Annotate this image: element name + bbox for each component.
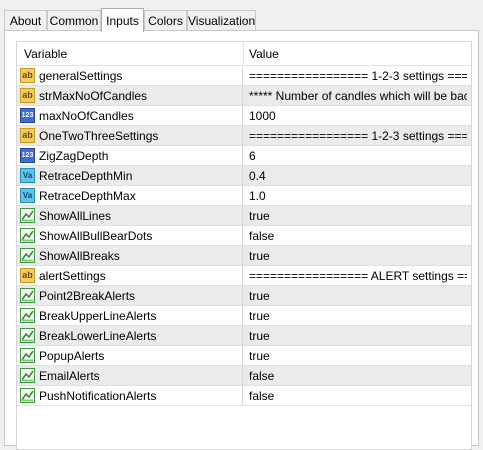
value-cell[interactable]: ================= 1-2-3 settings =====..…	[249, 69, 467, 83]
table-row[interactable]: 123 maxNoOfCandles 1000	[17, 106, 471, 126]
value-cell[interactable]: 0.4	[249, 169, 467, 183]
string-type-icon: ab	[20, 128, 35, 143]
table-row[interactable]: PushNotificationAlerts false	[17, 386, 471, 406]
value-cell[interactable]: false	[249, 389, 467, 403]
variable-name: EmailAlerts	[39, 369, 100, 383]
inputs-grid: Variable Value ab generalSettings ========…	[16, 41, 472, 450]
column-header-variable[interactable]: Variable	[24, 47, 67, 61]
value-cell[interactable]: true	[249, 329, 467, 343]
boolean-type-icon	[20, 348, 35, 363]
variable-name: maxNoOfCandles	[39, 109, 134, 123]
boolean-type-icon	[20, 308, 35, 323]
string-type-icon: ab	[20, 88, 35, 103]
variable-name: strMaxNoOfCandles	[39, 89, 148, 103]
value-cell[interactable]: 1.0	[249, 189, 467, 203]
table-row[interactable]: Va RetraceDepthMax 1.0	[17, 186, 471, 206]
variable-name: ShowAllBreaks	[39, 249, 120, 263]
string-type-icon: ab	[20, 68, 35, 83]
value-cell[interactable]: false	[249, 369, 467, 383]
variable-name: RetraceDepthMax	[39, 189, 136, 203]
table-row[interactable]: Va RetraceDepthMin 0.4	[17, 166, 471, 186]
tab-colors[interactable]: Colors	[144, 10, 187, 30]
variable-cell: ShowAllLines	[17, 206, 243, 225]
variable-cell: ShowAllBreaks	[17, 246, 243, 265]
string-type-icon: ab	[20, 268, 35, 283]
boolean-type-icon	[20, 288, 35, 303]
variable-cell: ab generalSettings	[17, 66, 243, 85]
variable-cell: Va RetraceDepthMax	[17, 186, 243, 205]
boolean-type-icon	[20, 388, 35, 403]
tab-common[interactable]: Common	[47, 10, 101, 30]
variable-cell: 123 ZigZagDepth	[17, 146, 243, 165]
tab-inputs[interactable]: Inputs	[101, 8, 144, 32]
variable-name: BreakLowerLineAlerts	[39, 329, 157, 343]
variable-cell: EmailAlerts	[17, 366, 243, 385]
value-cell[interactable]: true	[249, 289, 467, 303]
variable-cell: ShowAllBullBearDots	[17, 226, 243, 245]
value-cell[interactable]: false	[249, 229, 467, 243]
value-cell[interactable]: true	[249, 349, 467, 363]
table-row[interactable]: ShowAllLines true	[17, 206, 471, 226]
boolean-type-icon	[20, 368, 35, 383]
variable-cell: ab strMaxNoOfCandles	[17, 86, 243, 105]
variable-name: generalSettings	[39, 69, 123, 83]
table-row[interactable]: EmailAlerts false	[17, 366, 471, 386]
value-cell[interactable]: ***** Number of candles which will be ba…	[249, 89, 467, 103]
variable-name: OneTwoThreeSettings	[39, 129, 159, 143]
double-type-icon: Va	[20, 168, 35, 183]
boolean-type-icon	[20, 328, 35, 343]
variable-cell: 123 maxNoOfCandles	[17, 106, 243, 125]
variable-cell: ab alertSettings	[17, 266, 243, 285]
variable-cell: ab OneTwoThreeSettings	[17, 126, 243, 145]
column-separator[interactable]	[243, 42, 244, 66]
variable-cell: PopupAlerts	[17, 346, 243, 365]
table-row[interactable]: ab alertSettings ================= ALERT s…	[17, 266, 471, 286]
boolean-type-icon	[20, 208, 35, 223]
table-row[interactable]: PopupAlerts true	[17, 346, 471, 366]
table-row[interactable]: 123 ZigZagDepth 6	[17, 146, 471, 166]
variable-name: Point2BreakAlerts	[39, 289, 136, 303]
variable-name: PopupAlerts	[39, 349, 105, 363]
value-cell[interactable]: true	[249, 309, 467, 323]
variable-cell: PushNotificationAlerts	[17, 386, 243, 405]
tab-about[interactable]: About	[4, 10, 47, 30]
table-row[interactable]: ab OneTwoThreeSettings ================= 1…	[17, 126, 471, 146]
variable-cell: BreakUpperLineAlerts	[17, 306, 243, 325]
tab-visualization[interactable]: Visualization	[187, 10, 256, 30]
table-row[interactable]: ShowAllBreaks true	[17, 246, 471, 266]
boolean-type-icon	[20, 228, 35, 243]
grid-header: Variable Value	[17, 42, 471, 66]
column-header-value[interactable]: Value	[249, 47, 279, 61]
table-row[interactable]: ab generalSettings ================= 1-2-3…	[17, 66, 471, 86]
integer-type-icon: 123	[20, 108, 35, 123]
table-row[interactable]: BreakLowerLineAlerts true	[17, 326, 471, 346]
variable-name: PushNotificationAlerts	[39, 389, 157, 403]
integer-type-icon: 123	[20, 148, 35, 163]
double-type-icon: Va	[20, 188, 35, 203]
boolean-type-icon	[20, 248, 35, 263]
value-cell[interactable]: ================= 1-2-3 settings =====..…	[249, 129, 467, 143]
variable-name: RetraceDepthMin	[39, 169, 133, 183]
variable-name: ShowAllLines	[39, 209, 112, 223]
variable-name: alertSettings	[39, 269, 106, 283]
value-cell[interactable]: 1000	[249, 109, 467, 123]
table-row[interactable]: Point2BreakAlerts true	[17, 286, 471, 306]
variable-name: ShowAllBullBearDots	[39, 229, 153, 243]
variable-cell: Va RetraceDepthMin	[17, 166, 243, 185]
value-cell[interactable]: 6	[249, 149, 467, 163]
table-row[interactable]: BreakUpperLineAlerts true	[17, 306, 471, 326]
variable-cell: Point2BreakAlerts	[17, 286, 243, 305]
table-row[interactable]: ShowAllBullBearDots false	[17, 226, 471, 246]
table-row[interactable]: ab strMaxNoOfCandles ***** Number of candl…	[17, 86, 471, 106]
variable-name: ZigZagDepth	[39, 149, 109, 163]
variable-cell: BreakLowerLineAlerts	[17, 326, 243, 345]
variable-name: BreakUpperLineAlerts	[39, 309, 157, 323]
value-cell[interactable]: ================= ALERT settings ===...	[249, 269, 467, 283]
value-cell[interactable]: true	[249, 209, 467, 223]
value-cell[interactable]: true	[249, 249, 467, 263]
